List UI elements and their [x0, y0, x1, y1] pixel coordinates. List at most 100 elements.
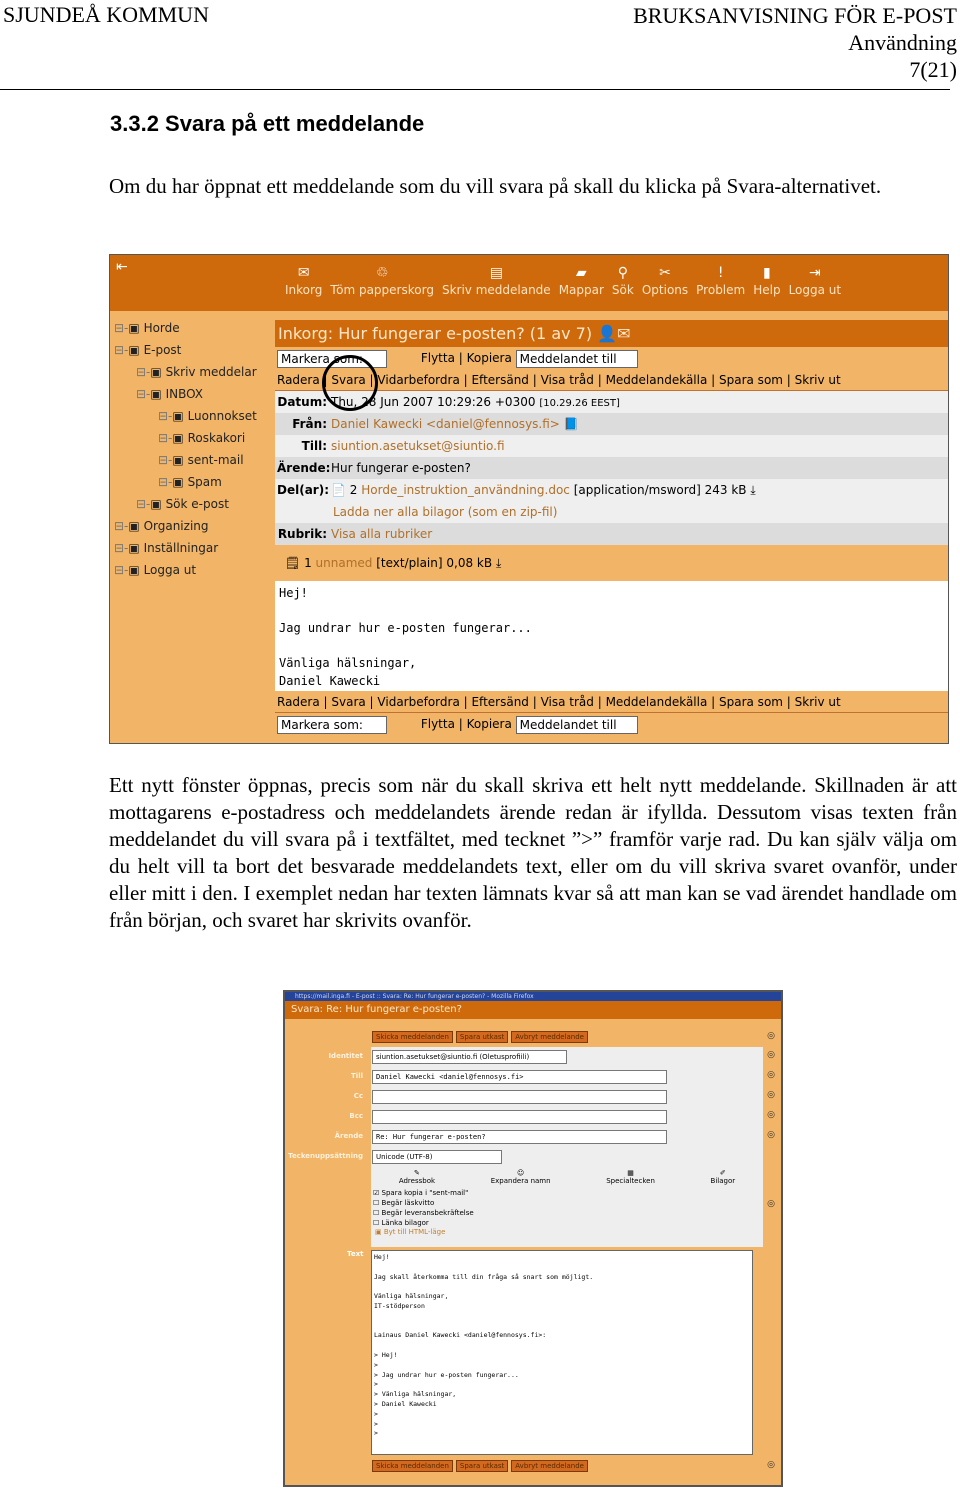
alert-icon: !: [717, 265, 724, 281]
mark-select-bottom[interactable]: Markera som:: [277, 715, 387, 734]
sidebar-item[interactable]: ⊟-▣ Inställningar: [114, 537, 257, 559]
toolbar-töm-papperskorg[interactable]: ♲ Töm papperskorg: [330, 265, 434, 297]
download-icon[interactable]: ⤓: [750, 483, 755, 497]
cc-input[interactable]: [372, 1090, 667, 1104]
to-label: Till:: [301, 439, 327, 453]
compose-icon: ▤: [489, 265, 503, 281]
toolbar-label: Inkorg: [285, 283, 323, 297]
help-icon[interactable]: ◎: [767, 1070, 775, 1080]
search-icon: ⚲: [617, 265, 629, 281]
compose-button[interactable]: Spara utkast: [455, 1460, 509, 1472]
addressbook-icon[interactable]: 📘: [564, 417, 579, 431]
help-icon[interactable]: ◎: [767, 1031, 775, 1041]
tree-toggle-icon: ⊟-: [158, 453, 173, 467]
toolbar-label: Mappar: [558, 283, 604, 297]
help-icon[interactable]: ◎: [767, 1050, 775, 1060]
collapse-icon: ⇤: [116, 259, 128, 275]
bcc-input[interactable]: [372, 1110, 667, 1124]
part1-number: 1: [304, 556, 312, 570]
toolbar-inkorg[interactable]: ✉ Inkorg: [285, 265, 322, 297]
html-mode-link[interactable]: ▣ Byt till HTML-läge: [371, 1228, 763, 1236]
toolbar-label: Sök: [611, 283, 634, 297]
sidebar-item-label: E-post: [143, 343, 182, 357]
from-link[interactable]: Daniel Kawecki <daniel@fennosys.fi>: [331, 417, 560, 431]
compose-button[interactable]: Avbryt meddelande: [511, 1460, 588, 1472]
move-target-select[interactable]: Meddelandet till: [515, 349, 638, 368]
option-checkbox[interactable]: ☐ Begär läskvitto: [373, 1198, 763, 1208]
tool-label: Adressbok: [398, 1177, 436, 1185]
sidebar-item[interactable]: ⊟-▣ Roskakori: [114, 427, 257, 449]
move-target-select-bottom[interactable]: Meddelandet till: [515, 715, 638, 734]
part1-link[interactable]: unnamed: [316, 556, 373, 570]
toolbar-mappar[interactable]: ▰ Mappar: [559, 265, 604, 297]
folder-icon: ▣: [172, 431, 184, 445]
download-icon[interactable]: ⤓: [496, 556, 501, 570]
sidebar-item[interactable]: ⊟-▣ E-post: [114, 339, 257, 361]
toolbar-sök[interactable]: ⚲ Sök: [612, 265, 634, 297]
folder-icon: ▣: [150, 387, 162, 401]
download-all-link[interactable]: Ladda ner alla bilagor (som en zip-fil): [333, 505, 557, 519]
tool-0[interactable]: ✎ Adressbok: [399, 1169, 435, 1185]
move-copy-links-bottom[interactable]: Flytta | Kopiera: [421, 717, 512, 731]
sidebar-item[interactable]: ⊟-▣ Luonnokset: [114, 405, 257, 427]
compose-button[interactable]: Skicka meddelanden: [372, 1031, 453, 1043]
identity-label: Identitet: [328, 1052, 363, 1060]
date-local: [10.29.26 EEST]: [539, 398, 620, 409]
toolbar-skriv-meddelande[interactable]: ▤ Skriv meddelande: [442, 265, 551, 297]
subject-input[interactable]: Re: Hur fungerar e-posten?: [372, 1130, 667, 1144]
compose-options: ✎ Adressbok ☺ Expandera namn ▦ Specialtecken ✐…: [371, 1167, 763, 1247]
sidebar-item[interactable]: ⊟-▣ Logga ut: [114, 559, 257, 581]
option-label: Spara kopia i "sent-mail": [381, 1189, 469, 1197]
sidebar-item-label: Inställningar: [143, 541, 219, 555]
sidebar-item[interactable]: ⊟-▣ Organizing: [114, 515, 257, 537]
tools-icon: ✂: [659, 265, 671, 281]
compose-button[interactable]: Spara utkast: [455, 1031, 509, 1043]
option-checkbox[interactable]: ☑ Spara kopia i "sent-mail": [373, 1188, 763, 1198]
help-icon[interactable]: ◎: [767, 1130, 775, 1140]
part-number: 2: [349, 483, 358, 497]
identity-select[interactable]: siuntion.asetukset@siuntio.fi (Oletuspro…: [372, 1050, 567, 1064]
sidebar-item[interactable]: ⊟-▣ Skriv meddelar: [114, 361, 257, 383]
folder-icon: ▰: [575, 265, 587, 281]
attachment-type: [application/msword]: [573, 483, 701, 497]
option-checkbox[interactable]: ☐ Länka bilagor: [373, 1218, 763, 1228]
help-icon[interactable]: ◎: [767, 1460, 775, 1470]
toolbar-options[interactable]: ✂ Options: [642, 265, 688, 297]
compose-button[interactable]: Avbryt meddelande: [511, 1031, 588, 1043]
tool-3[interactable]: ✐ Bilagor: [711, 1169, 736, 1185]
action-links-bottom[interactable]: Radera | Svara | Vidarbefordra | Eftersä…: [275, 691, 948, 713]
sidebar-item[interactable]: ⊟-▣ Horde: [114, 317, 257, 339]
message-textarea[interactable]: Hej! Jag skall återkomma till din fråga …: [371, 1250, 753, 1455]
toolbar-logga-ut[interactable]: ⇥ Logga ut: [789, 265, 842, 297]
help-icon[interactable]: ◎: [767, 1090, 775, 1100]
charset-select[interactable]: Unicode (UTF-8): [372, 1150, 502, 1164]
sidebar-item[interactable]: ⊟-▣ INBOX: [114, 383, 257, 405]
tool-1[interactable]: ☺ Expandera namn: [491, 1169, 551, 1185]
charset-label: Teckenuppsättning: [288, 1152, 363, 1160]
text-label: Text: [347, 1250, 364, 1258]
help-icon[interactable]: ◎: [767, 1110, 775, 1120]
tree-toggle-icon: ⊟-: [114, 343, 129, 357]
attachment-size: 243 kB: [704, 483, 747, 497]
highlight-circle: [322, 355, 378, 411]
help-icon[interactable]: ◎: [767, 1199, 775, 1209]
toolbar-label: Help: [753, 283, 781, 297]
to-input[interactable]: Daniel Kawecki <daniel@fennosys.fi>: [372, 1070, 667, 1084]
tree-toggle-icon: ⊟-: [114, 519, 129, 533]
compose-button[interactable]: Skicka meddelanden: [372, 1460, 453, 1472]
to-label: Till: [351, 1072, 363, 1080]
tool-2[interactable]: ▦ Specialtecken: [606, 1169, 655, 1185]
sidebar-item[interactable]: ⊟-▣ Spam: [114, 471, 257, 493]
sidebar-item[interactable]: ⊟-▣ sent-mail: [114, 449, 257, 471]
subject-label: Ärende: [334, 1132, 363, 1140]
attachment-link[interactable]: Horde_instruktion_användning.doc: [361, 483, 570, 497]
show-headers-link[interactable]: Visa alla rubriker: [331, 527, 432, 541]
sidebar-item[interactable]: ⊟-▣ Sök e-post: [114, 493, 257, 515]
toolbar-problem[interactable]: ! Problem: [696, 265, 745, 297]
move-copy-links[interactable]: Flytta | Kopiera: [421, 351, 512, 365]
option-checkbox[interactable]: ☐ Begär leveransbekräftelse: [373, 1208, 763, 1218]
toolbar-help[interactable]: ▮ Help: [753, 265, 780, 297]
tree-toggle-icon: ⊟-: [114, 541, 129, 555]
folder-icon: ▣: [128, 541, 140, 555]
to-link[interactable]: siuntion.asetukset@siuntio.fi: [331, 439, 505, 453]
